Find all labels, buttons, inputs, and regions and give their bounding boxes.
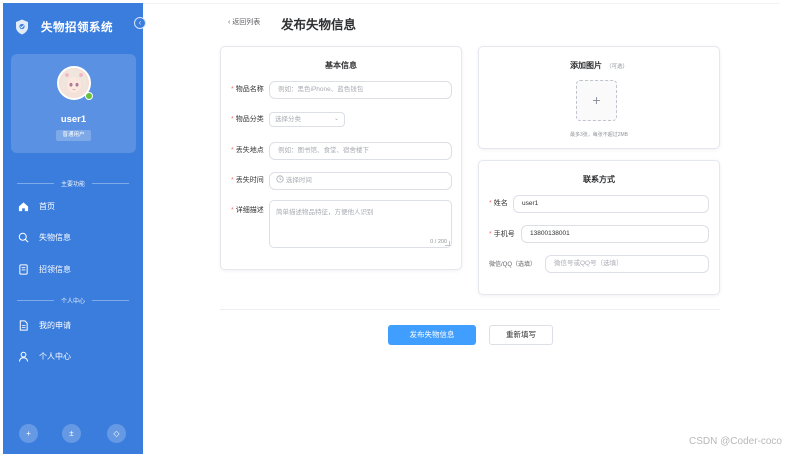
category-placeholder: 选择分类 [275, 116, 301, 123]
document-icon [19, 319, 28, 331]
item-category-select[interactable]: 选择分类 ⌄ [269, 112, 345, 127]
phone-input[interactable]: 13800138001 [521, 225, 709, 243]
lost-time-label: * 丢失时间 [231, 177, 264, 184]
section-label: 主要功能 [61, 181, 86, 188]
section-personal: 个人中心 [17, 295, 130, 305]
lost-time-placeholder: 选择时间 [285, 177, 312, 184]
card-title: 联系方式 [583, 175, 615, 184]
optional-note: （可选） [605, 64, 628, 70]
clock-icon [276, 175, 284, 183]
actions-divider [220, 309, 720, 310]
sidebar-item-label: 个人中心 [39, 351, 71, 361]
collapse-sidebar-button[interactable]: ‹ [134, 17, 146, 29]
header-divider [143, 3, 780, 4]
brand: 失物招领系统 [15, 17, 113, 37]
description-textarea[interactable]: 简单描述物品特征，方便他人识别 0 / 200 [269, 200, 452, 248]
section-label: 个人中心 [61, 298, 86, 305]
plus-icon: + [592, 92, 601, 108]
card-title: 基本信息 [325, 61, 357, 70]
plus-minus-button[interactable]: ± [62, 424, 81, 443]
description-label: * 详细描述 [231, 207, 264, 214]
contact-name-label: * 姓名 [489, 200, 508, 207]
page-title: 发布失物信息 [281, 18, 357, 32]
card-title: 添加图片 （可选） [569, 61, 628, 70]
watermark: CSDN @Coder-coco [689, 436, 782, 447]
username: user1 [60, 114, 87, 125]
diamond-button[interactable]: ◇ [107, 424, 126, 443]
wechat-qq-input[interactable]: 微信号或QQ号（选填） [545, 255, 709, 273]
sidebar-item-label: 失物信息 [39, 232, 71, 242]
sidebar-item-label: 我的申请 [39, 320, 71, 330]
submit-button[interactable]: 发布失物信息 [388, 325, 476, 345]
lost-location-input[interactable]: 例如：图书馆、食堂、宿舍楼下 [269, 142, 452, 160]
chevron-left-icon: ‹ [138, 18, 142, 27]
search-icon [18, 232, 29, 242]
sidebar-item-lost-info[interactable]: 失物信息 [18, 229, 71, 245]
lost-location-label: * 丢失地点 [231, 147, 264, 154]
app-title: 失物招领系统 [41, 22, 113, 34]
online-status-dot [85, 92, 93, 100]
contact-name-input[interactable]: user1 [513, 195, 709, 213]
upload-hint: 最多3张，每张不超过2MB [569, 132, 629, 138]
chevron-left-icon: ‹ [228, 19, 231, 26]
lost-time-picker[interactable]: 选择时间 [269, 172, 452, 190]
back-link-label: 返回列表 [232, 19, 261, 26]
phone-label: * 手机号 [489, 231, 515, 238]
sidebar-item-found-info[interactable]: 招领信息 [18, 261, 71, 277]
home-icon [18, 201, 29, 211]
diamond-icon: ◇ [113, 429, 120, 438]
user-icon [18, 351, 29, 362]
notebook-icon [19, 263, 28, 275]
sidebar-item-label: 招领信息 [39, 264, 71, 274]
reset-button[interactable]: 重新填写 [489, 325, 553, 345]
user-card: user1 普通用户 [11, 54, 136, 153]
sidebar: 失物招领系统 ‹ user1 普通用户 主要功能 首页 失物信息 招领信息 个人… [3, 3, 146, 454]
sidebar-item-personal-center[interactable]: 个人中心 [18, 348, 71, 364]
wechat-qq-label: 微信/QQ（选填） [489, 262, 537, 268]
chevron-down-icon: ⌄ [333, 116, 339, 122]
shield-logo-icon [16, 19, 28, 35]
plus-minus-icon: ± [69, 429, 74, 438]
plus-button[interactable]: + [19, 424, 38, 443]
role-badge: 普通用户 [56, 130, 91, 141]
item-name-label: * 物品名称 [231, 86, 264, 93]
sidebar-item-my-applications[interactable]: 我的申请 [18, 317, 71, 333]
back-link[interactable]: ‹ 返回列表 [228, 17, 260, 27]
plus-icon: + [26, 429, 31, 438]
sidebar-item-label: 首页 [39, 201, 55, 211]
sidebar-item-home[interactable]: 首页 [18, 198, 55, 214]
resize-handle[interactable] [445, 241, 450, 246]
upload-image-button[interactable]: + [576, 80, 617, 121]
item-category-label: * 物品分类 [231, 116, 264, 123]
item-name-input[interactable]: 例如：黑色iPhone、蓝色钱包 [269, 81, 452, 99]
description-placeholder: 简单描述物品特征，方便他人识别 [276, 209, 374, 216]
section-main: 主要功能 [17, 178, 130, 188]
